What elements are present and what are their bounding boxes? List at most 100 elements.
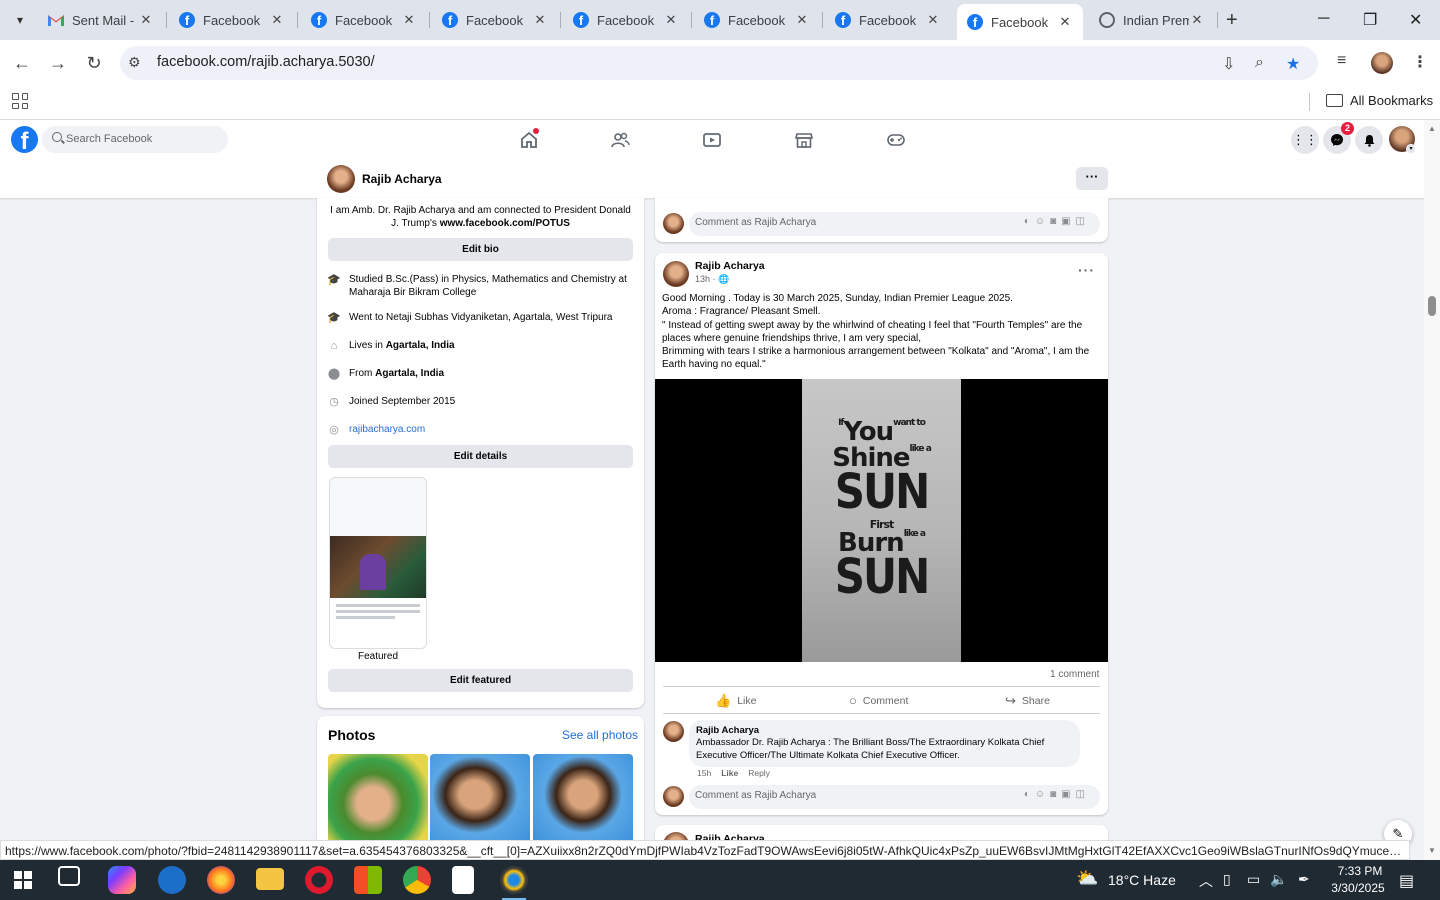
active-app-icon[interactable]: [500, 866, 528, 900]
scrollbar-thumb[interactable]: [1428, 296, 1436, 316]
app-icon[interactable]: [158, 866, 186, 894]
tab-facebook-1[interactable]: f Facebook ✕: [169, 4, 295, 36]
profile-name[interactable]: Rajib Acharya: [362, 172, 442, 186]
website-link[interactable]: rajibacharya.com: [349, 424, 425, 435]
notepad-icon[interactable]: [452, 866, 474, 894]
notifications-button[interactable]: [1355, 126, 1383, 154]
chevron-up-icon[interactable]: ︿: [1199, 871, 1213, 891]
marketplace-icon[interactable]: [794, 130, 814, 150]
close-icon[interactable]: ✕: [138, 12, 154, 28]
profile-more-button[interactable]: ···: [1076, 167, 1108, 190]
tab-search-button[interactable]: ▾: [8, 8, 32, 32]
windows-start-icon[interactable]: [14, 871, 32, 889]
friends-icon[interactable]: [610, 130, 630, 150]
back-button[interactable]: ←: [11, 52, 33, 74]
comment-composer[interactable]: Comment as Rajib Acharya ◐☺◙▣◫: [663, 210, 1100, 238]
address-url[interactable]: facebook.com/rajib.acharya.5030/: [157, 54, 375, 70]
tab-indian-premier[interactable]: Indian Prem ✕: [1089, 4, 1215, 36]
scroll-down-icon[interactable]: ▼: [1428, 846, 1436, 855]
tab-facebook-active[interactable]: f Facebook ✕: [957, 4, 1083, 40]
opera-icon[interactable]: [305, 866, 333, 894]
zoom-icon[interactable]: ⌕: [1255, 54, 1264, 72]
apps-grid-icon[interactable]: [12, 93, 28, 109]
microsoft-store-icon[interactable]: [354, 866, 382, 894]
edit-bio-button[interactable]: Edit bio: [328, 238, 633, 261]
comment-count[interactable]: 1 comment: [1050, 669, 1099, 680]
tab-facebook-3[interactable]: f Facebook ✕: [432, 4, 558, 36]
volume-icon[interactable]: 🔈: [1270, 871, 1287, 888]
media-controls-icon[interactable]: ≡: [1337, 52, 1346, 70]
device-icon[interactable]: ▯: [1223, 871, 1231, 888]
install-app-icon[interactable]: ⇩: [1222, 54, 1235, 74]
photo-thumbnail[interactable]: [533, 754, 633, 844]
post-author[interactable]: Rajib Acharya: [695, 260, 765, 272]
comment-composer[interactable]: Comment as Rajib Acharya ◐☺◙▣◫: [663, 783, 1100, 811]
like-button[interactable]: 👍 Like: [715, 693, 756, 709]
comment-tools-icons[interactable]: ◐☺◙▣◫: [1024, 789, 1090, 800]
bookmark-star-icon[interactable]: ★: [1286, 54, 1300, 74]
site-settings-icon[interactable]: ⚙: [128, 54, 141, 71]
chrome-icon[interactable]: [403, 866, 431, 894]
close-window-button[interactable]: ✕: [1409, 10, 1422, 30]
edit-details-button[interactable]: Edit details: [328, 445, 633, 468]
post-time[interactable]: 13h · 🌐: [695, 274, 729, 285]
detail-bold[interactable]: Agartala, India: [386, 340, 455, 351]
close-icon[interactable]: ✕: [663, 12, 679, 28]
firefox-icon[interactable]: [207, 866, 235, 894]
comment-reply-link[interactable]: Reply: [748, 768, 770, 778]
scroll-up-icon[interactable]: ▲: [1428, 124, 1436, 133]
close-icon[interactable]: ✕: [1057, 14, 1073, 30]
all-bookmarks-link[interactable]: All Bookmarks: [1350, 93, 1433, 108]
close-icon[interactable]: ✕: [401, 12, 417, 28]
comment-author-avatar[interactable]: [663, 721, 684, 742]
featured-thumbnail[interactable]: [329, 477, 427, 649]
facebook-search-input[interactable]: Search Facebook: [42, 126, 228, 153]
minimize-button[interactable]: ─: [1318, 10, 1329, 28]
page-scrollbar[interactable]: [1424, 120, 1440, 860]
tab-sent-mail[interactable]: Sent Mail - ✕: [38, 4, 164, 36]
profile-avatar[interactable]: [327, 165, 355, 193]
close-icon[interactable]: ✕: [794, 12, 810, 28]
pen-icon[interactable]: ✒: [1298, 871, 1310, 888]
edit-featured-button[interactable]: Edit featured: [328, 669, 633, 692]
comment-author[interactable]: Rajib Acharya: [696, 725, 759, 736]
browser-menu-icon[interactable]: ⋮: [1412, 52, 1428, 72]
clock-date[interactable]: 3/30/2025: [1328, 881, 1388, 895]
video-icon[interactable]: [702, 130, 722, 150]
tab-facebook-6[interactable]: f Facebook ✕: [825, 4, 951, 36]
comment-tools-icons[interactable]: ◐☺◙▣◫: [1024, 216, 1090, 227]
facebook-logo[interactable]: f: [11, 126, 38, 153]
close-icon[interactable]: ✕: [1189, 12, 1205, 28]
photo-thumbnail[interactable]: [328, 754, 428, 844]
restore-button[interactable]: ❐: [1363, 10, 1377, 30]
reload-button[interactable]: ↻: [83, 52, 105, 74]
browser-profile-avatar[interactable]: [1371, 52, 1393, 74]
address-bar[interactable]: ⚙ facebook.com/rajib.acharya.5030/ ⇩ ⌕ ★: [120, 46, 1318, 80]
comment-like-link[interactable]: Like: [721, 768, 738, 778]
weather-icon[interactable]: ⛅: [1076, 868, 1098, 889]
close-icon[interactable]: ✕: [269, 12, 285, 28]
comment-button[interactable]: ○ Comment: [849, 693, 908, 708]
tab-facebook-2[interactable]: f Facebook ✕: [301, 4, 427, 36]
clock-time[interactable]: 7:33 PM: [1334, 864, 1386, 878]
share-button[interactable]: ↪ Share: [1005, 693, 1050, 709]
close-icon[interactable]: ✕: [925, 12, 941, 28]
close-icon[interactable]: ✕: [532, 12, 548, 28]
new-tab-button[interactable]: +: [1226, 10, 1238, 30]
weather-text[interactable]: 18°C Haze: [1108, 872, 1176, 888]
chevron-down-icon[interactable]: ▾: [1406, 144, 1416, 154]
detail-bold[interactable]: Agartala, India: [375, 368, 444, 379]
post-author-avatar[interactable]: [663, 261, 689, 287]
tab-facebook-4[interactable]: f Facebook ✕: [563, 4, 689, 36]
folder-icon[interactable]: [1326, 94, 1343, 107]
copilot-icon[interactable]: [108, 866, 136, 894]
network-icon[interactable]: ▭: [1247, 871, 1260, 888]
post-video-poster[interactable]: IfYouwant to Shinelike a SUN First Burnl…: [802, 379, 961, 662]
tab-facebook-5[interactable]: f Facebook ✕: [694, 4, 820, 36]
bio-link[interactable]: www.facebook.com/POTUS: [440, 218, 570, 229]
comment-time[interactable]: 15h: [697, 768, 711, 778]
menu-grid-button[interactable]: ⋮⋮: [1291, 126, 1319, 154]
photo-thumbnail[interactable]: [430, 754, 530, 844]
notifications-center-icon[interactable]: ▤: [1399, 871, 1414, 891]
task-view-icon[interactable]: [58, 866, 80, 886]
